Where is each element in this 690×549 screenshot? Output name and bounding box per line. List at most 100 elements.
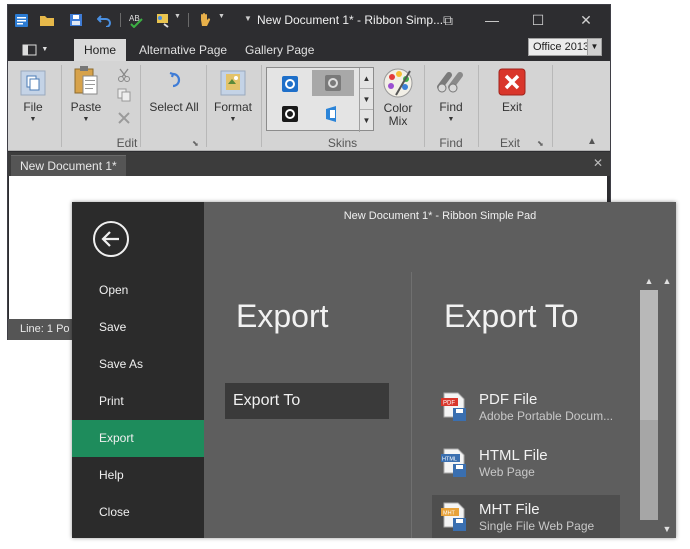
chevron-down-icon: ▼ — [82, 116, 90, 123]
chevron-up-icon[interactable]: ▲ — [658, 272, 676, 290]
exit-button[interactable]: Exit — [494, 67, 530, 114]
chevron-down-icon[interactable]: ▼ — [587, 39, 601, 55]
export-item-name: MHT File — [479, 501, 540, 518]
nav-save[interactable]: Save — [72, 309, 204, 346]
nav-print[interactable]: Print — [72, 383, 204, 420]
save-icon[interactable] — [68, 12, 84, 28]
arrow-left-icon — [101, 231, 119, 247]
delete-icon[interactable] — [117, 111, 131, 128]
chevron-down-icon[interactable]: ▼ — [360, 89, 373, 110]
document-tabs: New Document 1* ✕ — [8, 152, 610, 176]
app-menu-icon[interactable] — [13, 12, 29, 28]
file-button-label: File — [23, 100, 43, 114]
exit-icon — [497, 67, 527, 97]
paste-button-label: Paste — [70, 100, 102, 114]
chevron-down-icon: ▼ — [41, 45, 49, 53]
chevron-up-icon[interactable]: ▲ — [360, 68, 373, 89]
hand-icon[interactable] — [197, 12, 213, 28]
group-separator — [61, 65, 62, 147]
chevron-down-icon: ▼ — [447, 116, 455, 123]
group-separator — [424, 65, 425, 147]
restore-down-icon[interactable]: ⧉ — [436, 10, 460, 30]
backstage-nav: Open Save Save As Print Export Help Clos… — [72, 202, 204, 538]
open-folder-icon[interactable] — [39, 12, 55, 28]
ribbon-panel: File ▼ Paste ▼ Select All Edit ⬊ Format … — [8, 61, 610, 151]
find-label: Find — [439, 100, 463, 114]
minimize-button[interactable]: — — [480, 10, 504, 30]
spell-check-icon[interactable]: AB — [128, 12, 144, 28]
backstage-view: Open Save Save As Print Export Help Clos… — [72, 202, 676, 538]
skin-item[interactable] — [270, 102, 310, 126]
undo-icon[interactable] — [96, 12, 112, 28]
close-button[interactable]: ✕ — [574, 10, 598, 30]
group-separator — [140, 65, 141, 147]
tab-alternative-page[interactable]: Alternative Page — [129, 39, 237, 61]
toolbar-separator — [188, 13, 189, 27]
color-mix-label-2: Mix — [388, 114, 408, 128]
backstage-scrollbar[interactable]: ▲ ▲ ▼ — [640, 272, 676, 538]
dialog-launcher-icon[interactable]: ⬊ — [537, 139, 544, 148]
chevron-up-icon[interactable]: ▲ — [640, 272, 658, 290]
skin-item[interactable] — [270, 72, 310, 96]
svg-text:MHT: MHT — [443, 511, 456, 517]
nav-close[interactable]: Close — [72, 494, 204, 531]
document-tab[interactable]: New Document 1* — [11, 155, 126, 176]
cut-icon[interactable] — [117, 68, 131, 85]
close-document-icon[interactable]: ✕ — [593, 156, 603, 170]
nav-export[interactable]: Export — [72, 420, 204, 457]
paste-button[interactable]: Paste ▼ — [68, 65, 104, 123]
chevron-down-icon[interactable]: ▼ — [218, 13, 225, 20]
format-icon — [219, 69, 247, 97]
file-menu-button[interactable]: ▼ — [22, 39, 56, 59]
nav-help[interactable]: Help — [72, 457, 204, 494]
export-to-option[interactable]: Export To — [225, 383, 389, 419]
find-button[interactable]: Find ▼ — [432, 69, 470, 123]
ribbon-tabs: ▼ Home Alternative Page Gallery Page — [8, 35, 610, 61]
paint-icon[interactable] — [155, 12, 171, 28]
copy-icon[interactable] — [117, 88, 131, 105]
select-all-button[interactable]: Select All — [148, 69, 200, 114]
export-item-html[interactable]: HTML HTML File Web Page — [432, 441, 620, 489]
customize-toolbar-icon[interactable]: ▼ — [244, 14, 252, 23]
skin-item[interactable] — [312, 102, 352, 126]
group-separator — [261, 65, 262, 147]
binoculars-icon — [437, 69, 465, 97]
group-separator — [478, 65, 479, 147]
back-button[interactable] — [93, 221, 129, 257]
html-file-icon: HTML — [440, 447, 468, 479]
export-item-pdf[interactable]: PDF PDF File Adobe Portable Docum... — [432, 385, 620, 433]
chevron-down-icon: ▼ — [229, 116, 237, 123]
file-icon — [19, 69, 47, 97]
maximize-button[interactable]: ☐ — [526, 10, 550, 30]
exit-label: Exit — [501, 100, 522, 114]
export-item-desc: Adobe Portable Docum... — [479, 409, 614, 423]
export-item-desc: Single File Web Page — [479, 519, 595, 533]
backstage-title: New Document 1* - Ribbon Simple Pad — [343, 210, 537, 222]
dialog-launcher-icon[interactable]: ⬊ — [192, 139, 199, 148]
window-title: New Document 1* - Ribbon Simp... — [257, 13, 444, 27]
format-label: Format — [213, 100, 252, 114]
gallery-expand-icon[interactable]: ▼ — [360, 110, 373, 131]
tab-home[interactable]: Home — [74, 39, 127, 61]
paste-icon — [71, 65, 101, 97]
color-mix-button[interactable]: Color Mix — [380, 67, 416, 128]
nav-save-as[interactable]: Save As — [72, 346, 204, 383]
svg-text:HTML: HTML — [442, 457, 457, 463]
skin-selector[interactable]: Office 2013 ▼ — [528, 38, 602, 56]
nav-open[interactable]: Open — [72, 272, 204, 309]
select-all-label: Select All — [149, 100, 199, 114]
file-button[interactable]: File ▼ — [15, 69, 51, 123]
scrollbar-thumb[interactable] — [640, 290, 658, 420]
skins-gallery[interactable]: ▲ ▼ ▼ — [266, 67, 374, 132]
group-label-exit: Exit — [499, 136, 520, 150]
format-button[interactable]: Format ▼ — [211, 69, 255, 123]
skin-item[interactable] — [312, 70, 354, 96]
collapse-ribbon-icon[interactable]: ▲ — [587, 136, 597, 147]
tab-gallery-page[interactable]: Gallery Page — [235, 39, 324, 61]
palette-icon — [382, 67, 414, 99]
chevron-down-icon: ▼ — [29, 116, 37, 123]
chevron-down-icon[interactable]: ▼ — [174, 13, 181, 20]
chevron-down-icon[interactable]: ▼ — [658, 520, 676, 538]
gallery-scrollbar[interactable]: ▲ ▼ ▼ — [359, 68, 373, 132]
export-item-mht[interactable]: MHT MHT File Single File Web Page — [432, 495, 620, 538]
